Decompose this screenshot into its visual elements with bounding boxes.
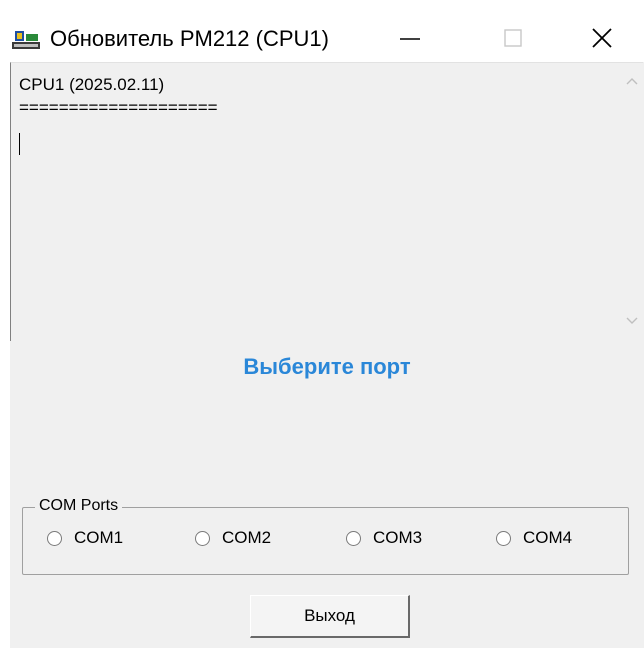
minimize-icon: [400, 38, 420, 40]
exit-button[interactable]: Выход: [250, 595, 410, 638]
radio-icon[interactable]: [47, 530, 62, 546]
radio-com3[interactable]: COM3: [346, 528, 422, 548]
radio-com4[interactable]: COM4: [496, 528, 572, 548]
log-textarea[interactable]: CPU1 (2025.02.11) ====================: [10, 62, 643, 341]
window-title: Обновитель PM212 (CPU1): [50, 26, 329, 51]
radio-icon[interactable]: [346, 530, 361, 546]
log-line-version: CPU1 (2025.02.11): [19, 75, 165, 94]
com-ports-label: COM Ports: [35, 497, 123, 515]
title-bar[interactable]: Обновитель PM212 (CPU1): [0, 0, 644, 62]
maximize-button[interactable]: [483, 14, 543, 62]
radio-label: COM3: [373, 528, 423, 547]
radio-label: COM4: [523, 528, 573, 547]
close-icon: [592, 28, 612, 48]
radio-icon[interactable]: [195, 530, 210, 546]
radio-com2[interactable]: COM2: [195, 528, 271, 548]
window-client-area: CPU1 (2025.02.11) ==================== В…: [10, 62, 644, 648]
radio-label: COM1: [74, 528, 124, 547]
close-button[interactable]: [572, 14, 632, 62]
app-icon: [12, 31, 40, 49]
radio-icon[interactable]: [496, 530, 511, 546]
maximize-icon: [504, 29, 522, 47]
radio-com1[interactable]: COM1: [47, 528, 123, 548]
minimize-button[interactable]: [380, 14, 440, 62]
scroll-up-icon[interactable]: [626, 77, 638, 85]
scroll-down-icon[interactable]: [626, 317, 638, 325]
text-cursor: [19, 133, 20, 155]
com-ports-group: COM Ports COM1 COM2 COM3 COM4: [22, 497, 629, 575]
vertical-scrollbar[interactable]: [621, 63, 643, 341]
status-message: Выберите порт: [243, 354, 411, 379]
log-content: CPU1 (2025.02.11) ====================: [19, 73, 218, 119]
log-line-separator: ====================: [19, 98, 218, 117]
radio-label: COM2: [222, 528, 272, 547]
